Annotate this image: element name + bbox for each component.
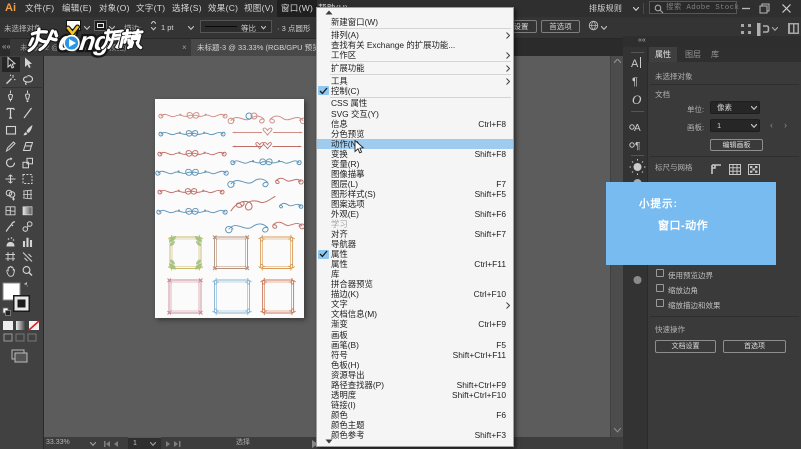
svg-text:O: O (632, 92, 642, 107)
svg-text:A: A (631, 58, 639, 70)
svg-text:A: A (634, 123, 641, 134)
svg-text:¶: ¶ (632, 76, 638, 88)
svg-text:¶: ¶ (635, 141, 640, 152)
